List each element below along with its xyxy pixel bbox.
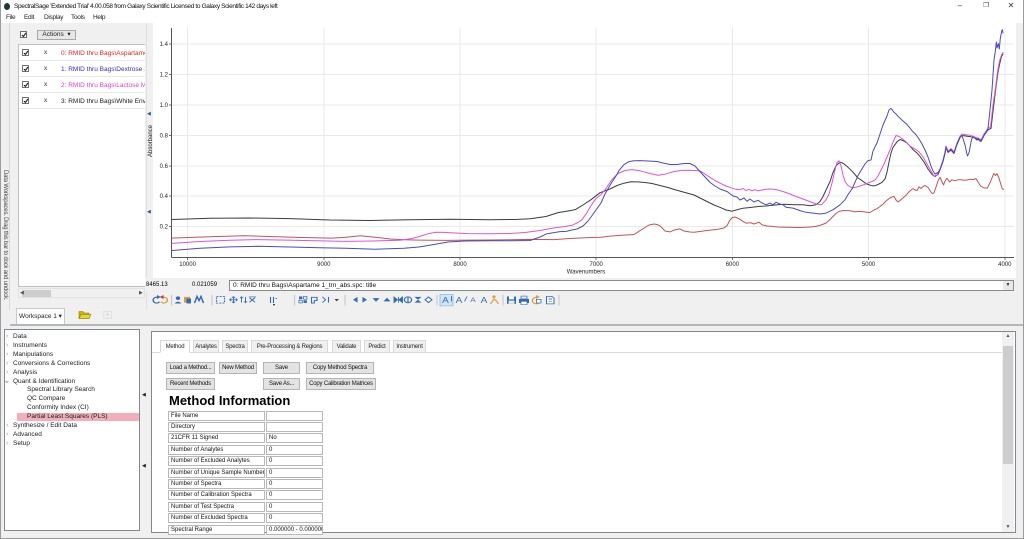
svg-text:1.4: 1.4: [160, 42, 169, 48]
svg-text:10000: 10000: [179, 262, 196, 268]
svg-text:Wavenumbers: Wavenumbers: [567, 270, 605, 276]
svg-text:8000: 8000: [453, 262, 467, 268]
svg-text:0.2: 0.2: [160, 225, 169, 231]
svg-text:1.0: 1.0: [160, 103, 169, 109]
svg-text:6000: 6000: [726, 262, 740, 268]
svg-text:0.8: 0.8: [160, 133, 169, 139]
svg-text:0.6: 0.6: [160, 164, 169, 170]
svg-text:7000: 7000: [590, 262, 604, 268]
svg-text:A: A: [481, 296, 489, 305]
svg-text:0.4: 0.4: [160, 194, 169, 200]
svg-text:A: A: [456, 296, 464, 305]
svg-text:9000: 9000: [317, 262, 331, 268]
svg-text:4000: 4000: [998, 262, 1012, 268]
svg-text:A: A: [470, 296, 475, 304]
svg-text:5000: 5000: [862, 262, 876, 268]
svg-text:1.2: 1.2: [160, 73, 169, 79]
svg-text:A: A: [442, 296, 450, 305]
